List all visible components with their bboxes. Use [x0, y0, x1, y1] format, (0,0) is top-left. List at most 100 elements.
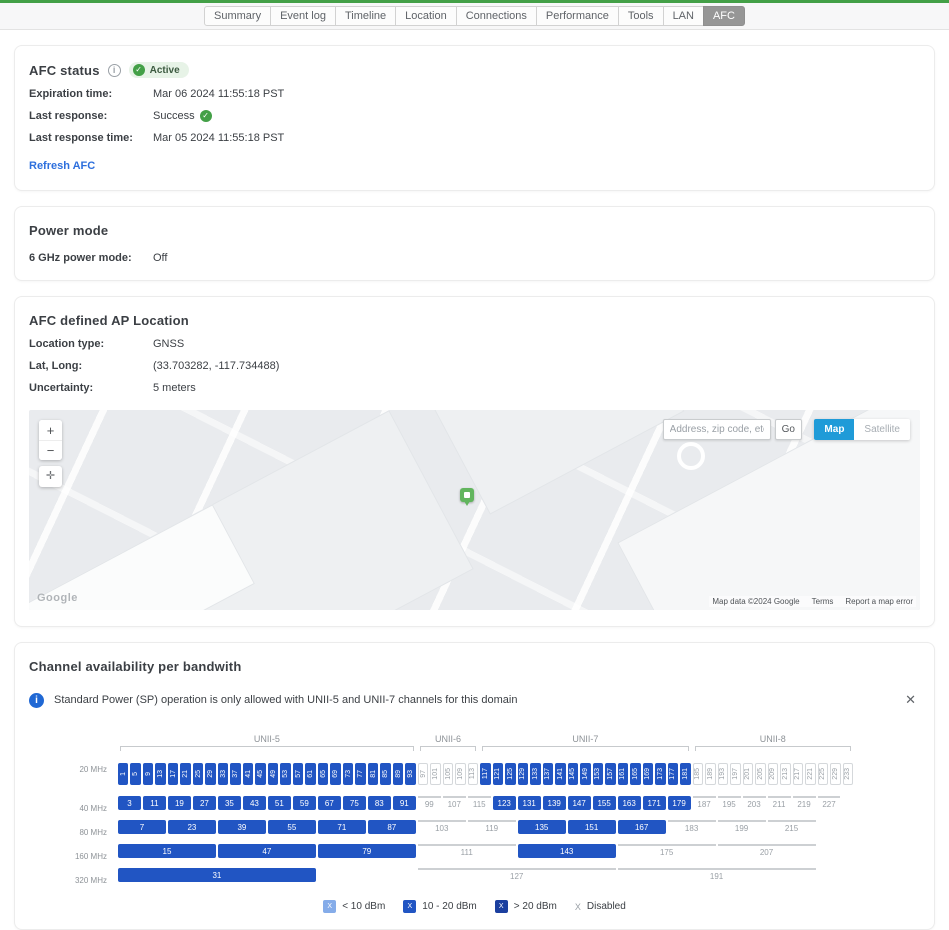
satellite-view-button[interactable]: Satellite — [854, 419, 910, 440]
terms-link[interactable]: Terms — [812, 597, 834, 606]
go-button[interactable]: Go — [774, 419, 802, 440]
channel-cell-111: 111 — [417, 844, 516, 860]
row-axis: 3 11 19 27 35 43 51 59 67 75 83 91 99 107 115 123 131 139… — [117, 796, 854, 820]
channel-cell-49: 49 — [267, 763, 279, 785]
channel-number: 39 — [237, 822, 247, 832]
zoom-in-button[interactable]: + — [39, 420, 62, 440]
unii-band-unii-6: UNII-6 — [417, 734, 479, 754]
channel-cell-15: 15 — [118, 844, 216, 858]
channel-cell-131: 131 — [517, 796, 541, 810]
channel-cell-29: 29 — [205, 763, 216, 785]
channel-number: 41 — [244, 770, 252, 778]
channel-number: 67 — [324, 798, 334, 808]
channel-cell-21: 21 — [180, 763, 191, 785]
tab-timeline[interactable]: Timeline — [334, 6, 397, 26]
address-search-input[interactable] — [662, 419, 771, 440]
map[interactable]: + − ✛ Go Map Satellite Google Map data ©… — [29, 410, 920, 610]
map-circle-feature — [677, 442, 705, 470]
channel-number: 183 — [684, 824, 699, 833]
channel-cell-123: 123 — [492, 796, 516, 810]
channel-number: 219 — [797, 800, 811, 809]
info-icon[interactable]: i — [107, 63, 121, 77]
channel-cell-135: 135 — [517, 820, 566, 834]
channel-cell-101: 101 — [430, 763, 441, 785]
tab-tools[interactable]: Tools — [617, 6, 664, 26]
tab-connections[interactable]: Connections — [455, 6, 537, 26]
top-header: Summary Event log Timeline Location Connecti… — [0, 0, 949, 30]
channel-number: 61 — [307, 770, 315, 778]
field-label: Expiration time: — [29, 88, 113, 100]
close-icon[interactable]: ✕ — [901, 692, 920, 708]
channel-number: 65 — [319, 770, 327, 778]
channel-number: 31 — [212, 870, 222, 880]
channel-number: 137 — [544, 768, 552, 780]
channel-number: 187 — [697, 800, 711, 809]
field-row: Lat, Long: (33.703282, -117.734488) — [29, 360, 920, 372]
channel-cell-183: 183 — [667, 820, 716, 836]
tab-afc[interactable]: AFC — [702, 6, 745, 26]
channel-cell-37: 37 — [230, 763, 241, 785]
channel-number: 75 — [349, 798, 359, 808]
channel-cell-179: 179 — [667, 796, 691, 810]
legend-item: X 10 - 20 dBm — [403, 900, 477, 913]
channel-cell-53: 53 — [280, 763, 291, 785]
channel-cell-9: 9 — [142, 763, 154, 785]
channel-cell-59: 59 — [292, 796, 316, 810]
tab-summary[interactable]: Summary — [204, 6, 272, 26]
channel-number: 173 — [656, 768, 664, 780]
channel-cell-181: 181 — [680, 763, 691, 785]
power-mode-card: Power mode 6 GHz power mode: Off — [14, 206, 935, 281]
channel-number: 193 — [719, 768, 727, 780]
channel-number: 127 — [510, 872, 524, 881]
unii-band-bracket — [419, 746, 477, 751]
legend-swatch-light: X — [323, 900, 337, 913]
field-row: Location type: GNSS — [29, 338, 920, 350]
tab-performance[interactable]: Performance — [535, 6, 619, 26]
channel-number: 17 — [169, 770, 177, 778]
channel-number: 175 — [659, 848, 674, 857]
chart-row: 320 MHz 31 127 191 — [29, 868, 920, 892]
ap-location-marker[interactable] — [460, 488, 474, 506]
map-data-credit: Map data ©2024 Google — [712, 597, 800, 606]
channel-cell-165: 165 — [630, 763, 641, 785]
report-map-error-link[interactable]: Report a map error — [845, 597, 913, 606]
channel-cell-167: 167 — [617, 820, 666, 834]
channel-number: 97 — [419, 770, 427, 778]
tab-event-log[interactable]: Event log — [270, 6, 336, 26]
locate-button[interactable]: ✛ — [39, 466, 62, 487]
status-badge-label: Active — [149, 64, 180, 76]
map-zoom-controls: + − — [39, 420, 62, 460]
channel-cell-229: 229 — [830, 763, 841, 785]
channel-number: 167 — [634, 822, 649, 832]
channel-number: 147 — [572, 798, 586, 808]
tab-location[interactable]: Location — [395, 6, 457, 26]
channel-cell-99: 99 — [417, 796, 441, 812]
channel-number: 179 — [672, 798, 686, 808]
channel-number: 233 — [844, 768, 852, 780]
map-view-button[interactable]: Map — [814, 419, 855, 440]
power-mode-row: 6 GHz power mode: Off — [29, 252, 920, 264]
sp-info-banner: i Standard Power (SP) operation is only … — [29, 692, 920, 708]
unii-band-bracket — [482, 746, 689, 751]
channel-cell-203: 203 — [742, 796, 766, 812]
channel-number: 133 — [531, 768, 539, 780]
unii-band-label: UNII-8 — [759, 734, 786, 744]
channel-number: 51 — [274, 798, 284, 808]
channel-number: 191 — [709, 872, 724, 881]
banner-text: Standard Power (SP) operation is only al… — [54, 694, 518, 706]
zoom-out-button[interactable]: − — [39, 440, 62, 460]
channel-number: 81 — [369, 770, 377, 778]
channel-cell-89: 89 — [392, 763, 404, 785]
channel-number: 227 — [822, 800, 836, 809]
channel-number: 229 — [831, 768, 839, 780]
tab-lan[interactable]: LAN — [662, 6, 704, 26]
channel-cell-93: 93 — [405, 763, 416, 785]
legend-item: X > 20 dBm — [494, 900, 557, 913]
channel-number: 19 — [174, 798, 184, 808]
channel-number: 109 — [457, 768, 464, 780]
refresh-afc-button[interactable]: Refresh AFC — [29, 160, 95, 172]
channel-cell-65: 65 — [317, 763, 329, 785]
channel-number: 107 — [447, 800, 461, 809]
channel-cell-19: 19 — [167, 796, 191, 810]
channel-cell-199: 199 — [717, 820, 766, 836]
